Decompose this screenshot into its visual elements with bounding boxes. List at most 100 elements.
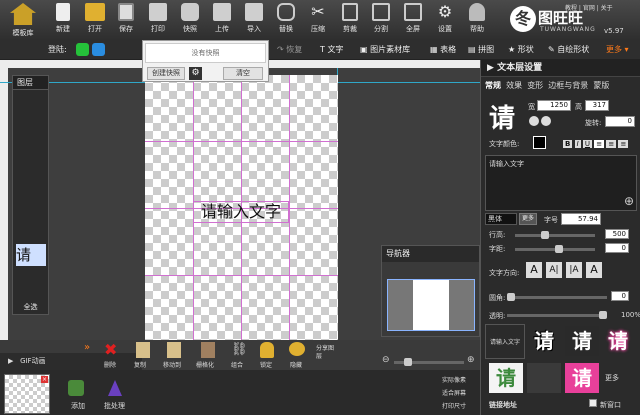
opacity-knob[interactable] [599, 311, 607, 319]
close-icon[interactable]: × [41, 376, 48, 383]
settings-button[interactable]: ⚙ 设置 [430, 3, 460, 39]
tab-transform[interactable]: 变形 [527, 81, 543, 90]
text-content-area[interactable]: 请输入文字 ⊕ [485, 155, 637, 211]
upload-button[interactable]: 上传 [207, 3, 237, 39]
collapse-icon[interactable]: » [84, 342, 90, 353]
char-spacing-slider[interactable] [515, 245, 595, 253]
text-tool-button[interactable]: T 文字 [320, 44, 343, 55]
fullscreen-button[interactable]: 全屏 [398, 3, 428, 39]
zoom-search-icon[interactable]: ⊕ [624, 194, 634, 208]
zoom-slider[interactable] [394, 358, 464, 366]
more-styles-button[interactable]: 更多 [605, 373, 619, 383]
redo-button[interactable]: ↷ 恢复 [277, 44, 302, 55]
style-preset-outline[interactable]: 请 [527, 326, 561, 356]
import-button[interactable]: 导入 [239, 3, 269, 39]
zoom-in-icon[interactable]: ⊕ [467, 355, 475, 365]
hide-icon[interactable] [289, 342, 305, 356]
zoom-out-icon[interactable]: ⊖ [382, 355, 390, 365]
width-input[interactable]: 1250 [537, 100, 571, 111]
save-button[interactable]: 保存 [111, 3, 141, 39]
copy-icon[interactable] [136, 342, 150, 358]
new-window-checkbox[interactable] [589, 399, 597, 407]
style-preset-pink-fill[interactable]: 请 [565, 363, 599, 393]
replace-button[interactable]: 替换 [271, 3, 301, 39]
bold-button[interactable]: B [563, 140, 573, 148]
table-button[interactable]: ▦ 表格 [430, 44, 456, 55]
char-spacing-input[interactable]: 0 [605, 243, 629, 253]
help-button[interactable]: 帮助 [462, 3, 492, 39]
style-preset-default[interactable]: 请输入文字 [485, 324, 525, 359]
template-library-button[interactable]: 模板库 [6, 3, 40, 39]
align-center-button[interactable]: ≡ [606, 140, 617, 148]
corner-radius-knob[interactable] [507, 293, 515, 301]
move-arrows-icon[interactable] [541, 116, 551, 126]
height-input[interactable]: 317 [585, 100, 609, 111]
style-preset-pink-glow[interactable]: 请 [601, 326, 635, 356]
more-fonts-button[interactable]: 更多 [519, 213, 537, 225]
corner-radius-input[interactable]: 0 [611, 291, 629, 301]
text-color-swatch[interactable] [533, 136, 546, 149]
share-layer-button[interactable]: 分享图层 [316, 345, 334, 361]
align-left-button[interactable]: ≡ [594, 140, 605, 148]
actual-pixels-button[interactable]: 实际像素 [442, 374, 480, 387]
line-height-slider[interactable] [515, 231, 595, 239]
font-family-select[interactable]: 黑体 [485, 213, 517, 225]
align-right-button[interactable]: ≡ [618, 140, 629, 148]
corner-radius-slider[interactable] [507, 293, 607, 301]
fit-screen-button[interactable]: 适合屏幕 [442, 387, 480, 400]
flip-icon[interactable] [529, 116, 539, 126]
delete-icon[interactable]: ✖ [104, 342, 120, 358]
more-tools-button[interactable]: 更多 ▾ [606, 44, 629, 55]
shape-button[interactable]: ★ 形状 [508, 44, 534, 55]
add-frame-icon[interactable] [68, 380, 84, 396]
top-links[interactable]: 教程 | 官网 | 关于 [565, 3, 613, 12]
line-height-knob[interactable] [541, 231, 549, 239]
char-spacing-knob[interactable] [555, 245, 563, 253]
direction-mirror-button[interactable]: A [586, 262, 602, 278]
gear-icon[interactable]: ⚙ [189, 67, 202, 80]
clear-snapshots-button[interactable]: 清空 [223, 67, 263, 80]
new-button[interactable]: 新建 [48, 3, 78, 39]
navigator-preview[interactable] [387, 279, 475, 331]
font-size-input[interactable]: 57.94 [561, 213, 601, 225]
tab-border-background[interactable]: 边框与背景 [548, 81, 588, 90]
split-button[interactable]: 分割 [366, 3, 396, 39]
link-icon[interactable]: ⛓ [231, 342, 248, 357]
select-all-button[interactable]: 全选 [13, 300, 48, 314]
underline-button[interactable]: U [582, 140, 593, 148]
qq-icon[interactable] [92, 43, 105, 56]
batch-process-icon[interactable] [108, 380, 122, 396]
rasterize-icon[interactable] [201, 342, 215, 358]
direction-horizontal-button[interactable]: A [526, 262, 542, 278]
snapshot-button[interactable]: 快照 [175, 3, 205, 39]
italic-button[interactable]: I [574, 140, 581, 148]
tab-mask[interactable]: 蒙版 [593, 81, 609, 90]
move-icon[interactable] [167, 342, 181, 358]
puzzle-button[interactable]: ▤ 拼图 [468, 44, 494, 55]
frame-thumbnail[interactable]: × [4, 374, 50, 414]
line-height-input[interactable]: 500 [605, 229, 629, 239]
tab-general[interactable]: 常规 [485, 81, 501, 90]
rotate-input[interactable]: 0 [605, 116, 635, 127]
compress-button[interactable]: ✂ 压缩 [303, 3, 333, 39]
tab-effects[interactable]: 效果 [506, 81, 522, 90]
open-button[interactable]: 打开 [80, 3, 110, 39]
zoom-slider-knob[interactable] [404, 358, 412, 366]
gif-animation-button[interactable]: ▶ GIF动画 [0, 353, 142, 370]
create-snapshot-button[interactable]: 创建快照 [147, 67, 185, 80]
style-preset-green[interactable]: 请 [489, 363, 523, 393]
custom-shape-button[interactable]: ✎ 自绘形状 [548, 44, 589, 55]
lock-icon[interactable] [260, 342, 274, 358]
direction-vertical-rl-button[interactable]: A| [546, 262, 562, 278]
opacity-slider[interactable] [507, 311, 607, 319]
wechat-icon[interactable] [76, 43, 89, 56]
text-layer[interactable]: 请输入文字 [193, 201, 289, 223]
direction-vertical-lr-button[interactable]: |A [566, 262, 582, 278]
style-preset-empty[interactable] [527, 363, 561, 393]
style-preset-white[interactable]: 请 [565, 326, 599, 356]
crop-button[interactable]: 剪裁 [335, 3, 365, 39]
layer-thumbnail[interactable]: 请 [16, 244, 46, 266]
print-size-button[interactable]: 打印尺寸 [442, 400, 480, 413]
image-library-button[interactable]: ▣ 图片素材库 [360, 44, 410, 55]
print-button[interactable]: 打印 [143, 3, 173, 39]
